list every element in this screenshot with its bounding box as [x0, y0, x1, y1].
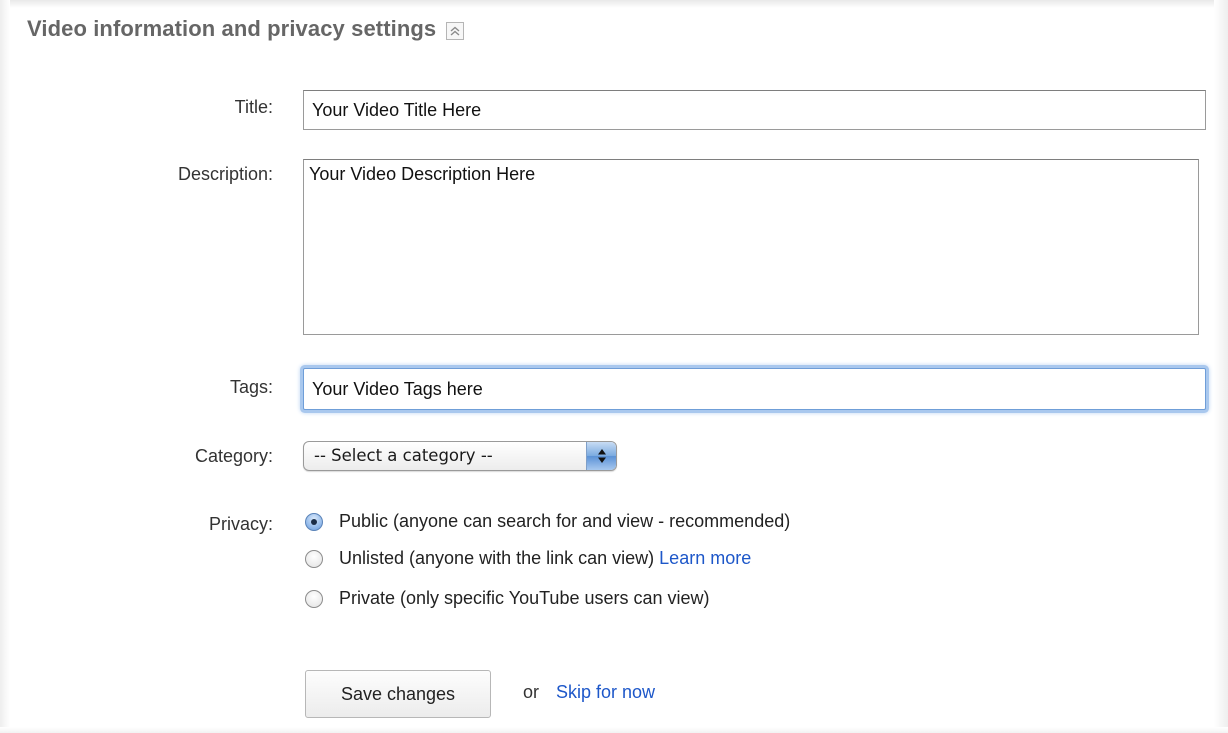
frame-shadow-bottom: [0, 727, 1228, 733]
category-selected-value: -- Select a category --: [314, 446, 493, 465]
description-label: Description:: [177, 164, 273, 184]
privacy-option-unlisted[interactable]: Unlisted (anyone with the link can view)…: [305, 548, 751, 569]
learn-more-link[interactable]: Learn more: [659, 548, 751, 568]
tags-label: Tags:: [229, 377, 273, 397]
privacy-option-label: Private (only specific YouTube users can…: [339, 588, 710, 608]
select-updown-arrows-icon: [586, 442, 616, 470]
privacy-label: Privacy:: [208, 514, 273, 534]
frame-shadow-right: [1214, 0, 1228, 733]
privacy-option-public[interactable]: Public (anyone can search for and view -…: [305, 511, 790, 532]
page-frame: Video information and privacy settings T…: [0, 0, 1228, 733]
category-select[interactable]: -- Select a category --: [303, 441, 617, 471]
section-header: Video information and privacy settings: [27, 16, 465, 42]
save-changes-button[interactable]: Save changes: [305, 670, 491, 718]
title-input[interactable]: [303, 90, 1206, 130]
or-separator-text: or: [523, 682, 540, 702]
title-label: Title:: [234, 97, 273, 117]
section-title: Video information and privacy settings: [27, 16, 437, 41]
radio-button-checked[interactable]: [305, 512, 323, 531]
privacy-option-private[interactable]: Private (only specific YouTube users can…: [305, 588, 710, 609]
privacy-option-label: Public (anyone can search for and view -…: [339, 511, 791, 531]
collapse-up-icon[interactable]: [446, 21, 465, 40]
description-textarea[interactable]: Your Video Description Here: [303, 159, 1199, 335]
privacy-option-text: Unlisted (anyone with the link can view): [339, 548, 655, 568]
frame-shadow-left: [0, 0, 10, 733]
frame-shadow-top: [0, 0, 1228, 8]
radio-button[interactable]: [305, 589, 323, 608]
privacy-option-label: Unlisted (anyone with the link can view)…: [339, 548, 751, 569]
radio-selected-dot: [311, 518, 317, 525]
tags-input[interactable]: [303, 368, 1206, 410]
skip-for-now-link[interactable]: Skip for now: [556, 682, 655, 703]
category-label: Category:: [194, 446, 273, 466]
radio-button[interactable]: [305, 549, 323, 568]
